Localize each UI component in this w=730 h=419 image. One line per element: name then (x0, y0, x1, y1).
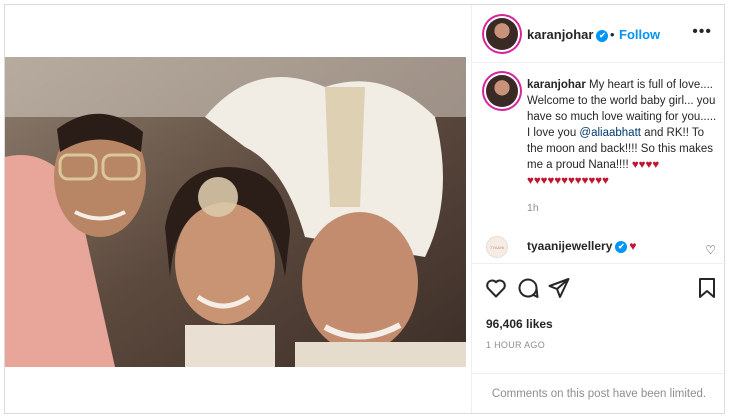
post-photo[interactable] (5, 57, 466, 367)
caption-mention-link[interactable]: @aliaabhatt (579, 127, 641, 139)
photo-illustration (5, 57, 466, 367)
actions-section: 96,406 likes 1 HOUR AGO (472, 263, 726, 374)
post-sidebar: karanjohar ✔ • Follow ••• karanjohar My h… (471, 5, 726, 413)
caption-hearts-1: ♥♥♥♥ (631, 159, 660, 171)
more-options-icon[interactable]: ••• (692, 23, 712, 41)
caption-text: karanjohar My heart is full of love.... … (527, 77, 717, 189)
separator-dot: • (610, 27, 615, 42)
heart-icon[interactable] (484, 276, 508, 300)
commenter-avatar[interactable]: TYAANI (486, 236, 508, 258)
caption-username[interactable]: karanjohar (527, 79, 586, 91)
caption-hearts-2: ♥♥♥♥♥♥♥♥♥♥♥♥ (527, 175, 609, 187)
caption-avatar[interactable] (486, 75, 518, 107)
comment-like-icon[interactable]: ♡ (705, 243, 716, 257)
comment-icon[interactable] (516, 276, 540, 300)
commenter-username[interactable]: tyaanijewellery (527, 239, 612, 253)
follow-button[interactable]: Follow (619, 27, 660, 42)
post-time[interactable]: 1 HOUR AGO (486, 340, 545, 350)
commenter-username-wrap: tyaanijewellery ✔ ♥ (527, 239, 637, 253)
comment-row: TYAANI tyaanijewellery ✔ ♥ ♡ (472, 231, 726, 261)
likes-count[interactable]: 96,406 likes (486, 317, 553, 331)
caption-timestamp[interactable]: 1h (527, 202, 539, 214)
author-username-text[interactable]: karanjohar (527, 27, 593, 42)
post-header: karanjohar ✔ • Follow ••• (472, 5, 726, 63)
verified-icon: ✔ (615, 240, 628, 253)
comments-limited-notice: Comments on this post have been limited. (472, 373, 726, 413)
photo-pane (5, 5, 471, 413)
bookmark-icon[interactable] (695, 276, 719, 300)
commenter-avatar-text: TYAANI (489, 245, 505, 250)
comment-heart-emoji: ♥ (629, 239, 637, 253)
author-username[interactable]: karanjohar ✔ (527, 27, 609, 42)
verified-icon: ✔ (596, 29, 609, 42)
avatar[interactable] (486, 18, 518, 50)
caption-section: karanjohar My heart is full of love.... … (472, 63, 726, 259)
post-window: karanjohar ✔ • Follow ••• karanjohar My h… (4, 4, 726, 414)
share-icon[interactable] (547, 276, 571, 300)
